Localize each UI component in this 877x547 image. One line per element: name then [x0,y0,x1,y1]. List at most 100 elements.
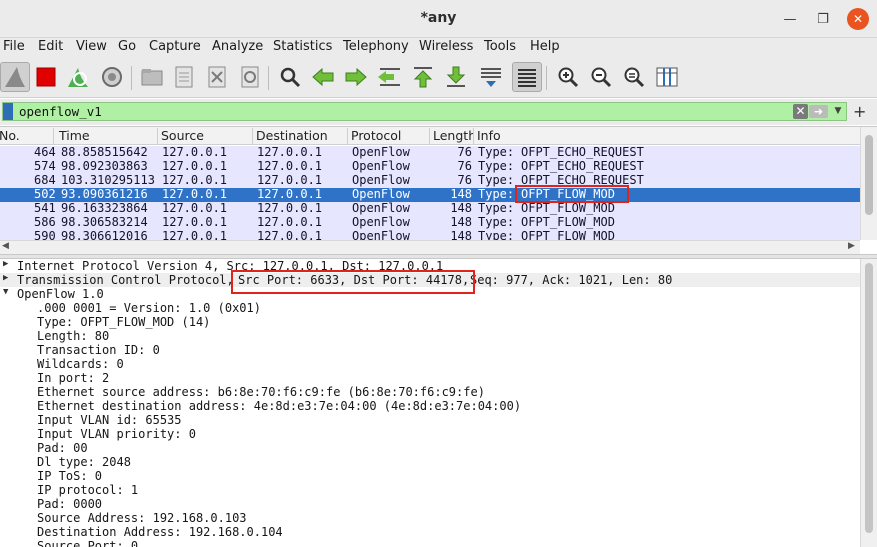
go-first-packet-button[interactable] [408,62,438,92]
column-destination[interactable]: Destination [253,128,348,144]
field-text: Pad: 00 [37,441,88,455]
field-line[interactable]: In port: 2 [0,371,860,385]
field-text: Input VLAN id: 65535 [37,413,182,427]
scrollbar-thumb[interactable] [865,263,873,533]
details-vertical-scrollbar[interactable] [860,259,877,547]
column-no[interactable]: No. [0,128,54,144]
add-filter-button[interactable]: + [853,102,866,121]
menu-telephony[interactable]: Telephony [343,39,409,54]
maximize-button[interactable]: ❐ [812,8,834,30]
column-source[interactable]: Source [158,128,253,144]
go-last-packet-icon [446,66,466,87]
restart-capture-button[interactable] [63,62,93,92]
packet-list-vertical-scrollbar[interactable] [860,127,877,240]
packet-destination: 127.0.0.1 [257,230,323,240]
field-line[interactable]: Type: OFPT_FLOW_MOD (14) [0,315,860,329]
field-line[interactable]: Input VLAN priority: 0 [0,427,860,441]
packet-row[interactable]: 464 88.858515642 127.0.0.1 127.0.0.1 Ope… [0,145,860,160]
expand-arrow-icon[interactable]: ▶ [3,273,8,283]
field-line[interactable]: Wildcards: 0 [0,357,860,371]
display-filter-text[interactable]: openflow_v1 [19,104,102,119]
go-last-packet-button[interactable] [441,62,471,92]
find-packet-button[interactable] [275,62,305,92]
menu-view[interactable]: View [76,39,107,54]
packet-row[interactable]: 590 98.306612016 127.0.0.1 127.0.0.1 Ope… [0,230,860,240]
field-text: Source Address: 192.168.0.103 [37,511,247,525]
field-line[interactable]: Source Address: 192.168.0.103 [0,511,860,525]
packet-list-horizontal-scrollbar[interactable]: ◀ ▶ [0,240,860,254]
go-forward-button[interactable] [341,62,371,92]
field-line[interactable]: Pad: 0000 [0,497,860,511]
field-line[interactable]: Ethernet source address: b6:8e:70:f6:c9:… [0,385,860,399]
clear-filter-button[interactable]: ✕ [793,104,808,119]
field-line[interactable]: Transaction ID: 0 [0,343,860,357]
menu-analyze[interactable]: Analyze [212,39,263,54]
packet-row[interactable]: 541 96.163323864 127.0.0.1 127.0.0.1 Ope… [0,201,860,216]
close-button[interactable]: ✕ [847,8,869,30]
go-to-packet-button[interactable] [374,62,404,92]
tree-item-openflow[interactable]: ▼ OpenFlow 1.0 [0,287,860,301]
packet-destination: 127.0.0.1 [257,201,323,215]
start-capture-button[interactable] [0,62,30,92]
menu-help[interactable]: Help [530,39,560,54]
reload-file-icon [241,66,259,88]
menu-tools[interactable]: Tools [484,39,516,54]
column-length[interactable]: Length [430,128,474,144]
menu-capture[interactable]: Capture [149,39,201,54]
packet-row[interactable]: 684 103.310295113 127.0.0.1 127.0.0.1 Op… [0,173,860,188]
field-line[interactable]: Length: 80 [0,329,860,343]
restore-icon: ❐ [817,11,829,27]
field-line[interactable]: Input VLAN id: 65535 [0,413,860,427]
minimize-button[interactable]: — [779,8,801,30]
stop-capture-button[interactable] [31,62,61,92]
colorize-button[interactable] [512,62,542,92]
scroll-right-icon[interactable]: ▶ [848,241,855,251]
zoom-normal-button[interactable] [619,62,649,92]
field-line[interactable]: Pad: 00 [0,441,860,455]
menu-file[interactable]: File [3,39,25,54]
field-line[interactable]: Ethernet destination address: 4e:8d:e3:7… [0,399,860,413]
menu-go[interactable]: Go [118,39,136,54]
field-text: Destination Address: 192.168.0.104 [37,525,283,539]
filter-history-dropdown[interactable]: ▼ [832,104,844,119]
field-line[interactable]: Source Port: 0 [0,539,860,547]
zoom-in-button[interactable] [553,62,583,92]
open-file-button[interactable] [137,62,167,92]
menu-edit[interactable]: Edit [38,39,63,54]
field-line[interactable]: Dl type: 2048 [0,455,860,469]
scroll-left-icon[interactable]: ◀ [2,241,9,251]
field-line[interactable]: Destination Address: 192.168.0.104 [0,525,860,539]
capture-options-button[interactable] [97,62,127,92]
field-line[interactable]: IP protocol: 1 [0,483,860,497]
expand-arrow-icon[interactable]: ▶ [3,259,8,269]
menu-wireless[interactable]: Wireless [419,39,473,54]
go-back-icon [312,67,334,87]
shark-fin-start-icon [5,67,25,87]
display-filter-input[interactable]: openflow_v1 ✕ ➜ ▼ [2,102,847,121]
menu-statistics[interactable]: Statistics [273,39,332,54]
field-line[interactable]: IP ToS: 0 [0,469,860,483]
bookmark-icon[interactable] [3,103,13,120]
resize-columns-button[interactable] [652,62,682,92]
chevron-down-icon: ▼ [834,106,842,116]
packet-source: 127.0.0.1 [162,187,228,201]
column-time[interactable]: Time [56,128,158,144]
go-back-button[interactable] [308,62,338,92]
close-icon: ✕ [852,12,864,26]
column-protocol[interactable]: Protocol [348,128,430,144]
field-line[interactable]: .000 0001 = Version: 1.0 (0x01) [0,301,860,315]
reload-file-button[interactable] [235,62,265,92]
column-info[interactable]: Info [474,128,860,144]
close-file-button[interactable] [202,62,232,92]
zoom-out-button[interactable] [586,62,616,92]
save-file-button[interactable] [169,62,199,92]
packet-row[interactable]: 586 98.306583214 127.0.0.1 127.0.0.1 Ope… [0,215,860,230]
auto-scroll-button[interactable] [476,62,506,92]
packet-row-selected[interactable]: 502 93.090361216 127.0.0.1 127.0.0.1 Ope… [0,187,860,202]
scrollbar-thumb[interactable] [865,135,873,215]
packet-source: 127.0.0.1 [162,159,228,173]
toolbar-separator [131,66,132,90]
collapse-arrow-icon[interactable]: ▼ [3,287,8,297]
apply-filter-button[interactable]: ➜ [809,105,828,118]
packet-row[interactable]: 574 98.092303863 127.0.0.1 127.0.0.1 Ope… [0,159,860,174]
